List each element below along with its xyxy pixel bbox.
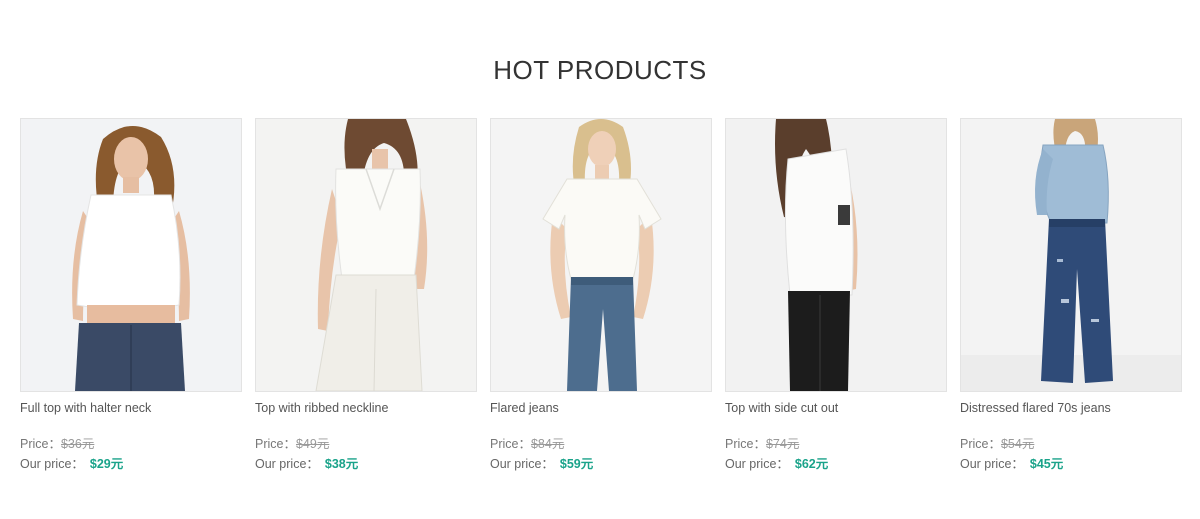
section-title: HOT PRODUCTS <box>493 55 707 85</box>
product-image[interactable] <box>725 118 947 392</box>
original-price-row: Price：$84元 <box>490 436 712 452</box>
our-price-label: Our price： <box>255 457 319 471</box>
product-grid: Full top with halter neck Price：$36元 Our… <box>20 118 1182 478</box>
price-label: Price： <box>255 437 296 451</box>
model-halter-top-photo <box>21 119 241 391</box>
product-card[interactable]: Top with ribbed neckline Price：$49元 Our … <box>255 118 477 472</box>
product-card[interactable]: Distressed flared 70s jeans Price：$54元 O… <box>960 118 1182 472</box>
our-price-label: Our price： <box>20 457 84 471</box>
original-price: $74元 <box>765 437 800 451</box>
price-label: Price： <box>960 437 1001 451</box>
product-name[interactable]: Flared jeans <box>490 400 712 416</box>
sale-price-row: Our price： $45元 <box>960 456 1182 472</box>
model-flared-jeans-photo <box>491 119 711 391</box>
product-image[interactable] <box>490 118 712 392</box>
our-price-label: Our price： <box>725 457 789 471</box>
sale-price: $45元 <box>1029 457 1064 471</box>
sale-price-row: Our price： $38元 <box>255 456 477 472</box>
sale-price-row: Our price： $59元 <box>490 456 712 472</box>
product-name[interactable]: Full top with halter neck <box>20 400 242 416</box>
original-price-row: Price：$74元 <box>725 436 947 452</box>
sale-price: $29元 <box>89 457 124 471</box>
product-image[interactable] <box>20 118 242 392</box>
original-price-row: Price：$49元 <box>255 436 477 452</box>
original-price-row: Price：$36元 <box>20 436 242 452</box>
product-card[interactable]: Flared jeans Price：$84元 Our price： $59元 <box>490 118 712 472</box>
price-label: Price： <box>725 437 766 451</box>
product-name[interactable]: Distressed flared 70s jeans <box>960 400 1182 416</box>
price-label: Price： <box>20 437 61 451</box>
model-side-cut-out-photo <box>726 119 946 391</box>
sale-price: $38元 <box>324 457 359 471</box>
product-name[interactable]: Top with ribbed neckline <box>255 400 477 416</box>
product-image[interactable] <box>960 118 1182 392</box>
sale-price: $62元 <box>794 457 829 471</box>
our-price-label: Our price： <box>960 457 1024 471</box>
price-label: Price： <box>490 437 531 451</box>
model-distressed-jeans-photo <box>961 119 1181 391</box>
original-price: $49元 <box>295 437 330 451</box>
product-name[interactable]: Top with side cut out <box>725 400 947 416</box>
model-ribbed-top-photo <box>256 119 476 391</box>
original-price-row: Price：$54元 <box>960 436 1182 452</box>
sale-price-row: Our price： $62元 <box>725 456 947 472</box>
sale-price: $59元 <box>559 457 594 471</box>
product-card[interactable]: Top with side cut out Price：$74元 Our pri… <box>725 118 947 472</box>
original-price: $84元 <box>530 437 565 451</box>
product-image[interactable] <box>255 118 477 392</box>
our-price-label: Our price： <box>490 457 554 471</box>
original-price: $54元 <box>1000 437 1035 451</box>
sale-price-row: Our price： $29元 <box>20 456 242 472</box>
product-card[interactable]: Full top with halter neck Price：$36元 Our… <box>20 118 242 472</box>
original-price: $36元 <box>60 437 95 451</box>
